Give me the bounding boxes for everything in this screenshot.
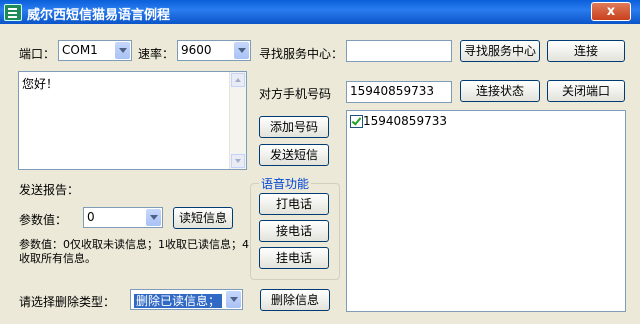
- send-report-label: 发送报告：: [19, 183, 80, 197]
- connection-status-button[interactable]: 连接状态: [460, 80, 540, 102]
- call-button[interactable]: 打电话: [259, 193, 329, 215]
- message-textarea[interactable]: 您好！: [18, 71, 247, 170]
- delete-type-label: 请选择删除类型：: [19, 295, 116, 309]
- phone-input[interactable]: 15940859733: [346, 81, 452, 103]
- app-icon: [4, 4, 22, 21]
- app-window: 威尔西短信猫易语言例程 x 端口： COM1 速率： 9600 寻找服务中心： …: [0, 0, 640, 324]
- checkbox-checked-icon[interactable]: [350, 115, 363, 128]
- voice-group-title: 语音功能: [259, 175, 312, 192]
- window-title: 威尔西短信猫易语言例程: [27, 8, 171, 23]
- answer-call-button[interactable]: 接电话: [259, 220, 329, 242]
- delete-type-value: 删除已读信息；: [134, 294, 223, 308]
- send-sms-button[interactable]: 发送短信: [259, 144, 329, 166]
- add-number-button[interactable]: 添加号码: [259, 116, 329, 138]
- numbers-list[interactable]: 15940859733: [346, 110, 626, 312]
- list-item[interactable]: 15940859733: [350, 114, 447, 128]
- param-select[interactable]: 0: [83, 207, 163, 228]
- hang-up-button[interactable]: 挂电话: [259, 247, 329, 269]
- param-select-value: 0: [87, 210, 95, 224]
- close-port-button[interactable]: 关闭端口: [547, 80, 625, 102]
- service-center-label: 寻找服务中心：: [259, 47, 344, 61]
- baud-select-value: 9600: [181, 43, 212, 57]
- param-label: 参数值：: [19, 213, 68, 227]
- baud-label: 速率：: [138, 47, 175, 61]
- chevron-down-icon[interactable]: [146, 209, 161, 226]
- read-sms-button[interactable]: 读短信息: [173, 207, 233, 229]
- param-help-text: 参数值：0仅收取未读信息；1收取已读信息；4收取所有信息。: [19, 238, 249, 265]
- phone-label: 对方手机号码: [259, 87, 332, 101]
- scroll-down-icon[interactable]: [231, 154, 245, 168]
- chevron-down-icon[interactable]: [234, 42, 249, 59]
- message-scrollbar[interactable]: [229, 72, 246, 169]
- port-label: 端口：: [19, 47, 56, 61]
- close-button[interactable]: x: [591, 2, 631, 21]
- port-select-value: COM1: [62, 43, 98, 57]
- port-select[interactable]: COM1: [58, 40, 132, 61]
- chevron-down-icon[interactable]: [226, 291, 241, 308]
- service-center-input[interactable]: [346, 40, 452, 62]
- delete-message-button[interactable]: 删除信息: [260, 289, 330, 311]
- title-bar[interactable]: 威尔西短信猫易语言例程 x: [0, 0, 640, 24]
- scroll-up-icon[interactable]: [231, 73, 245, 87]
- chevron-down-icon[interactable]: [115, 42, 130, 59]
- list-item-number: 15940859733: [363, 114, 447, 128]
- connect-button[interactable]: 连接: [547, 40, 625, 62]
- baud-select[interactable]: 9600: [177, 40, 251, 61]
- message-text: 您好！: [22, 77, 59, 91]
- delete-type-select[interactable]: 删除已读信息；: [130, 289, 243, 310]
- find-service-center-button[interactable]: 寻找服务中心: [460, 40, 540, 62]
